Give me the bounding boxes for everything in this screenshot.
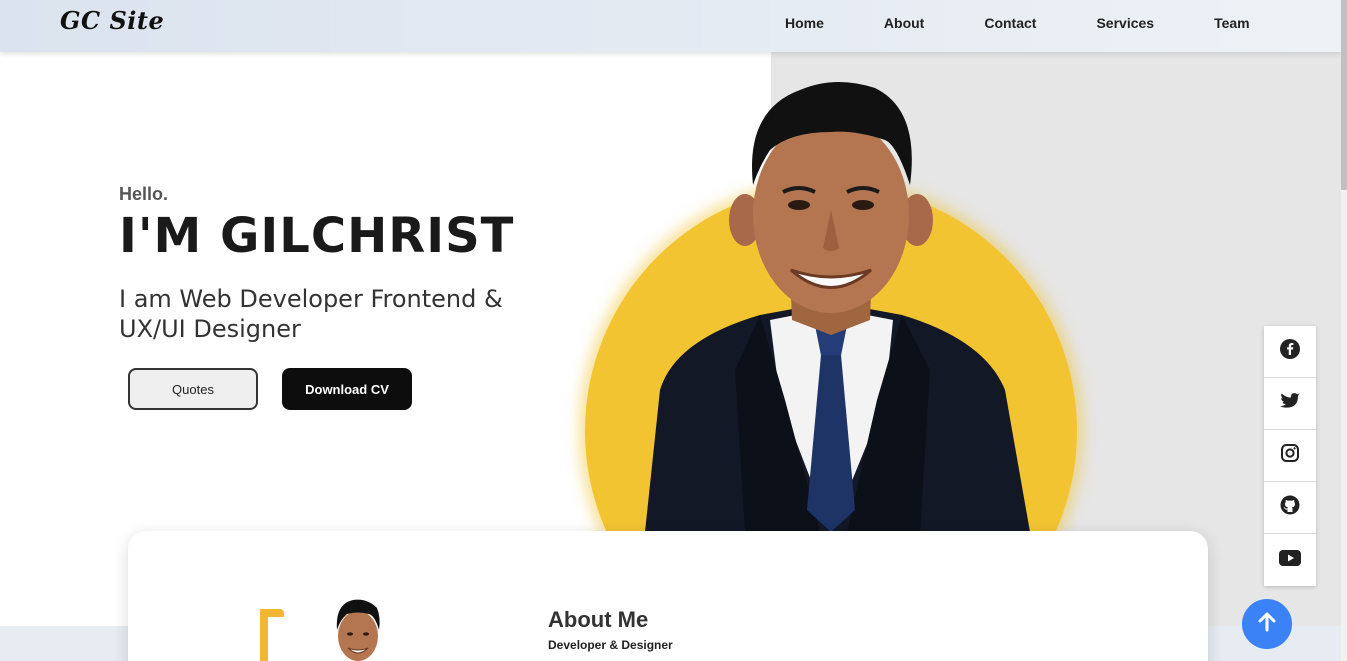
profile-photo [585,70,1077,532]
scrollbar-thumb[interactable] [1341,0,1347,190]
site-logo[interactable]: GC Site [60,6,164,35]
about-card: About Me Developer & Designer [128,531,1208,661]
nav-link-home[interactable]: Home [785,15,824,31]
nav-link-services[interactable]: Services [1096,15,1154,31]
github-icon [1280,495,1300,520]
github-link[interactable] [1264,482,1316,534]
nav-link-team[interactable]: Team [1214,15,1250,31]
hero-subtitle: I am Web Developer Frontend & UX/UI Desi… [119,285,503,343]
page: GC Site Home About Contact Services Team… [0,0,1347,661]
quotes-button[interactable]: Quotes [128,368,258,410]
nav-link-about[interactable]: About [884,15,924,31]
about-title: About Me [548,607,649,632]
facebook-link[interactable] [1264,326,1316,378]
decorative-bracket [260,609,284,661]
nav-link-contact[interactable]: Contact [984,15,1036,31]
arrow-up-icon [1256,611,1278,638]
instagram-link[interactable] [1264,430,1316,482]
twitter-link[interactable] [1264,378,1316,430]
hero-name: I'M GILCHRIST [119,208,515,264]
nav-links: Home About Contact Services Team [785,15,1250,31]
twitter-icon [1280,392,1300,415]
youtube-icon [1279,549,1301,571]
facebook-icon [1280,339,1300,364]
download-cv-button[interactable]: Download CV [282,368,412,410]
instagram-icon [1280,443,1300,468]
social-sidebar [1264,326,1316,586]
page-scrollbar[interactable] [1341,0,1347,661]
youtube-link[interactable] [1264,534,1316,586]
hero-greeting: Hello. [119,184,169,204]
about-subtitle: Developer & Designer [548,638,673,652]
back-to-top-button[interactable] [1242,599,1292,649]
navbar: GC Site Home About Contact Services Team [0,0,1341,52]
about-photo [323,596,393,661]
